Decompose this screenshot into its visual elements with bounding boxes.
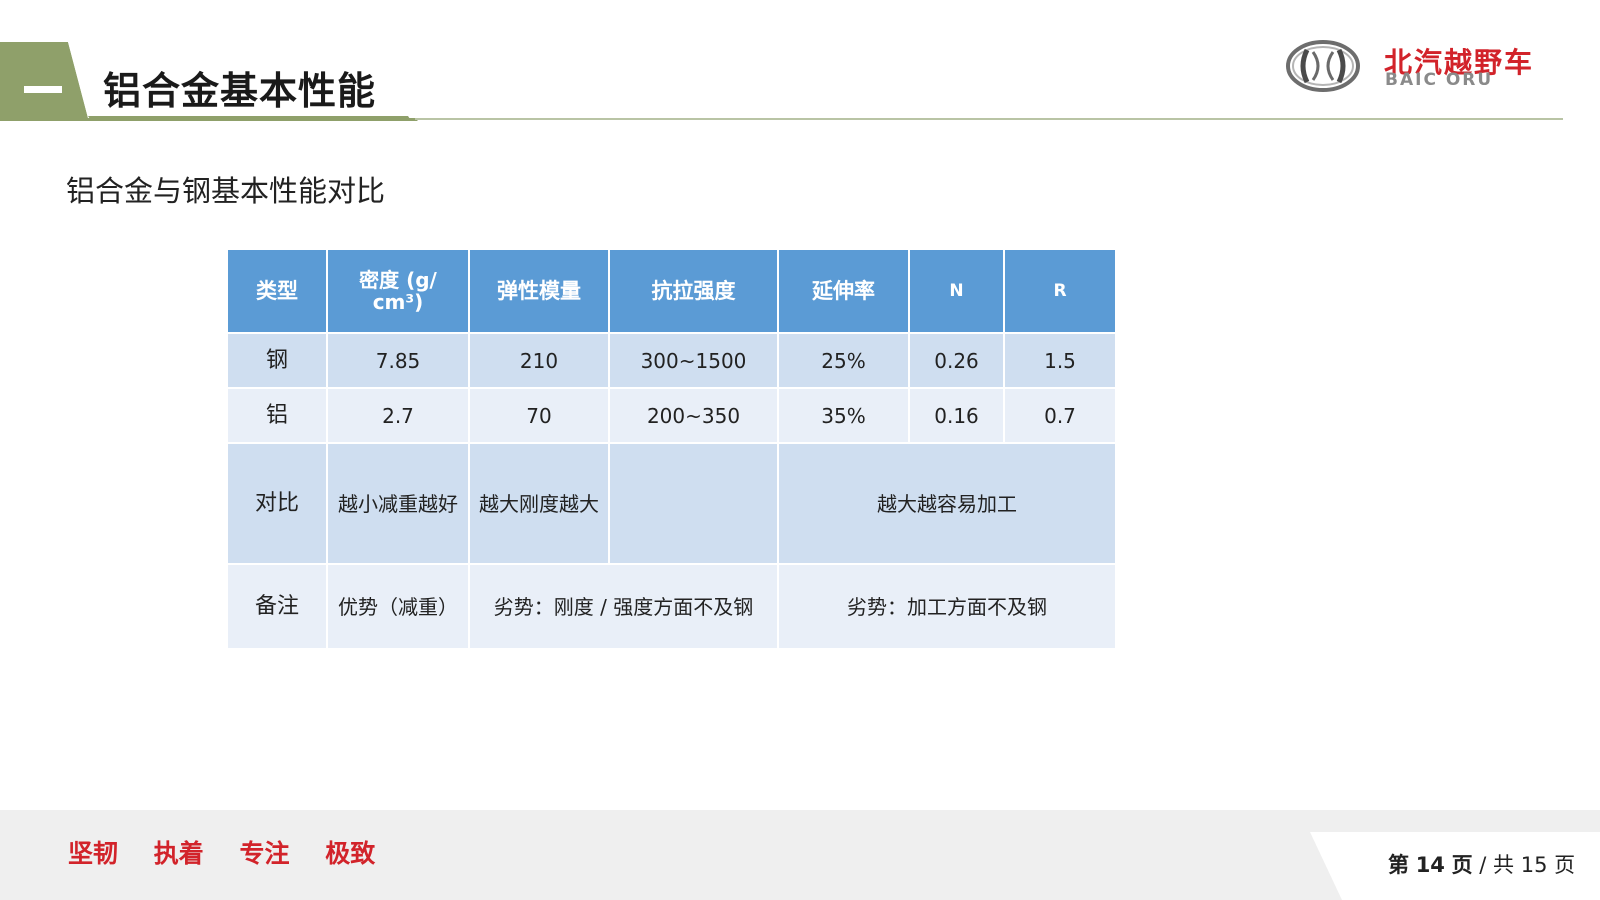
table-cell: 0.16 [908,387,1005,444]
table-cell: 35% [777,387,910,444]
table-cell: 0.7 [1003,387,1117,444]
table-cell: 2.7 [326,387,470,444]
page-indicator: 第 14 页 / 共 15 页 [1388,849,1575,879]
row-label-compare: 对比 [226,442,328,565]
table-cell: 70 [468,387,610,444]
table-row-compare: 对比 越小减重越好 越大刚度越大 越大越容易加工 [226,442,1117,565]
page-suffix: 页 [1554,853,1576,877]
brand-name-en: BAIC ORU [1385,70,1494,90]
page-sep: / 共 [1479,853,1515,877]
table-cell: 7.85 [326,332,470,389]
table-cell: 210 [468,332,610,389]
table-cell: 1.5 [1003,332,1117,389]
title-dash [24,86,62,93]
table-cell: 0.26 [908,332,1005,389]
header-divider [415,118,1563,120]
table-row: 铝 2.7 70 200~350 35% 0.16 0.7 [226,387,1117,444]
page-current: 14 [1415,853,1445,877]
header-n: N [908,248,1005,334]
header-modulus: 弹性模量 [468,248,610,334]
table-header-row: 类型 密度 (g/ cm³) 弹性模量 抗拉强度 延伸率 N R [226,248,1117,334]
page-title: 铝合金基本性能 [103,69,377,113]
table-row: 钢 7.85 210 300~1500 25% 0.26 1.5 [226,332,1117,389]
header-elongation: 延伸率 [777,248,910,334]
slogan-item: 极致 [325,839,376,868]
compare-empty [608,442,779,565]
page-mid: 页 [1451,853,1473,877]
header-r: R [1003,248,1117,334]
header-density-line2: cm³) [372,290,424,314]
compare-density: 越小减重越好 [326,442,470,565]
slogan-item: 执着 [153,839,204,868]
compare-modulus: 越大刚度越大 [468,442,610,565]
page-total: 15 [1520,853,1548,877]
note-ductility: 劣势：加工方面不及钢 [777,563,1117,650]
brand-logo: 北汽越野车 BAIC ORU [1285,36,1575,96]
note-strength: 劣势：刚度 / 强度方面不及钢 [468,563,779,650]
comparison-table: 类型 密度 (g/ cm³) 弹性模量 抗拉强度 延伸率 N R 钢 7.85 … [226,248,1117,650]
table-cell: 200~350 [608,387,779,444]
header-type: 类型 [226,248,328,334]
header-density: 密度 (g/ cm³) [326,248,470,334]
row-label-note: 备注 [226,563,328,650]
footer-slogans: 坚韧 执着 专注 极致 [68,834,402,870]
compare-ductility: 越大越容易加工 [777,442,1117,565]
table-cell: 25% [777,332,910,389]
section-subtitle: 铝合金与钢基本性能对比 [66,174,386,208]
baic-logo-icon [1286,40,1360,92]
table-row-note: 备注 优势（减重） 劣势：刚度 / 强度方面不及钢 劣势：加工方面不及钢 [226,563,1117,650]
slogan-item: 专注 [239,839,290,868]
header-tensile: 抗拉强度 [608,248,779,334]
note-density: 优势（减重） [326,563,470,650]
slogan-item: 坚韧 [68,839,119,868]
row-label-steel: 钢 [226,332,328,389]
page-prefix: 第 [1388,853,1409,877]
row-label-aluminum: 铝 [226,387,328,444]
table-cell: 300~1500 [608,332,779,389]
header-density-line1: 密度 (g/ [359,268,437,292]
